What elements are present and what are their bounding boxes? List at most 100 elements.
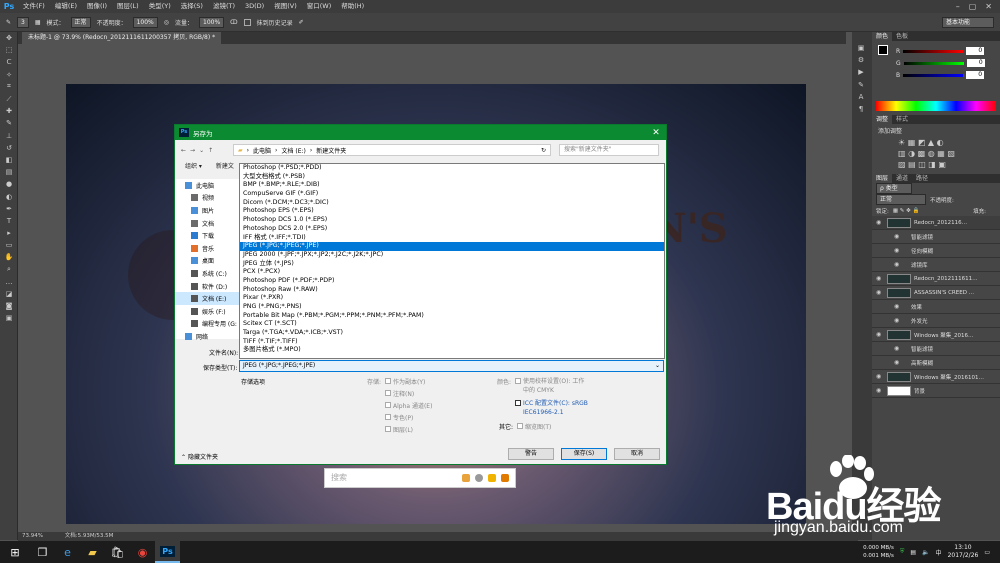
color-swatch-icon[interactable]: ◪ bbox=[0, 288, 18, 300]
filetype-option[interactable]: Photoshop DCS 1.0 (*.EPS) bbox=[240, 216, 664, 225]
layer-row[interactable]: ◉ Redocn_2012116… bbox=[872, 216, 1000, 230]
menu-image[interactable]: 图像(I) bbox=[82, 0, 112, 13]
pressure-icon[interactable]: ◎ bbox=[164, 19, 169, 26]
forward-arrow-icon[interactable]: → bbox=[190, 147, 195, 154]
recent-chevron-icon[interactable]: ⌄ bbox=[199, 147, 204, 154]
visibility-eye-icon[interactable]: ◉ bbox=[894, 359, 902, 366]
chrome-icon[interactable]: ◉ bbox=[130, 541, 155, 563]
filetype-option[interactable]: Photoshop DCS 2.0 (*.EPS) bbox=[240, 225, 664, 234]
foreground-color-swatch[interactable] bbox=[878, 45, 888, 55]
filetype-option[interactable]: 多图片格式 (*.MPO) bbox=[240, 346, 664, 355]
lightning-icon[interactable] bbox=[488, 474, 496, 482]
layer-filter-kind[interactable]: ρ 类型 bbox=[876, 183, 912, 194]
shape-tool-icon[interactable]: ▭ bbox=[0, 239, 18, 251]
stamp-tool-icon[interactable]: ⊥ bbox=[0, 130, 18, 142]
menu-window[interactable]: 窗口(W) bbox=[302, 0, 337, 13]
save-button[interactable]: 保存(S) bbox=[561, 448, 607, 460]
warning-button[interactable]: 警告 bbox=[508, 448, 554, 460]
opacity-input[interactable]: 100% bbox=[132, 16, 158, 28]
filetype-option[interactable]: Photoshop Raw (*.RAW) bbox=[240, 286, 664, 295]
menu-file[interactable]: 文件(F) bbox=[18, 0, 50, 13]
thumbnail-checkbox[interactable] bbox=[517, 423, 523, 429]
lock-icons[interactable]: ▦ ✎ ✥ 🔒 bbox=[893, 208, 920, 214]
visibility-eye-icon[interactable]: ◉ bbox=[894, 317, 902, 324]
organize-button[interactable]: 组织 ▾ bbox=[185, 161, 202, 173]
eraser-icon[interactable]: ✎ bbox=[6, 19, 11, 26]
layer-row[interactable]: ◉ Windows 聚集_2016101… bbox=[872, 370, 1000, 384]
filetype-option[interactable]: Targa (*.TGA;*.VDA;*.ICB;*.VST) bbox=[240, 329, 664, 338]
layer-row[interactable]: ◉ 效果 bbox=[872, 300, 1000, 314]
nav-item[interactable]: 视频 bbox=[175, 192, 241, 205]
folder-search-input[interactable]: 搜索"新建文件夹" bbox=[559, 144, 659, 156]
lasso-tool-icon[interactable]: ᑕ bbox=[0, 56, 18, 68]
brush-panel-icon[interactable]: ▦ bbox=[35, 19, 41, 26]
visibility-eye-icon[interactable]: ◉ bbox=[876, 331, 884, 338]
history-brush-icon[interactable]: ↺ bbox=[0, 142, 18, 154]
dialog-close-icon[interactable]: ✕ bbox=[646, 128, 666, 138]
nav-item[interactable]: 系统 (C:) bbox=[175, 267, 241, 280]
tab-paths[interactable]: 路径 bbox=[912, 174, 932, 183]
airbrush-icon[interactable]: ↀ bbox=[230, 19, 237, 26]
eraser-tool-icon[interactable]: ◧ bbox=[0, 154, 18, 166]
quick-mask-icon[interactable]: ◙ bbox=[0, 300, 18, 312]
new-folder-button[interactable]: 新建文 bbox=[216, 161, 234, 173]
menu-help[interactable]: 帮助(H) bbox=[336, 0, 369, 13]
marquee-tool-icon[interactable]: ⬚ bbox=[0, 44, 18, 56]
visibility-eye-icon[interactable]: ◉ bbox=[876, 373, 884, 380]
back-arrow-icon[interactable]: ← bbox=[181, 147, 186, 154]
visibility-eye-icon[interactable]: ◉ bbox=[876, 275, 884, 282]
heal-tool-icon[interactable]: ✚ bbox=[0, 105, 18, 117]
color-spectrum[interactable] bbox=[876, 101, 996, 111]
menu-edit[interactable]: 编辑(E) bbox=[50, 0, 82, 13]
filetype-option[interactable]: JPEG (*.JPG;*.JPEG;*.JPE) bbox=[240, 242, 664, 251]
close-icon[interactable]: ✕ bbox=[985, 2, 992, 11]
red-slider[interactable] bbox=[903, 49, 964, 53]
menu-filter[interactable]: 滤镜(T) bbox=[208, 0, 240, 13]
search-box[interactable]: 搜索 bbox=[324, 468, 516, 488]
nav-item[interactable]: 此电脑 bbox=[175, 179, 241, 192]
filetype-option[interactable]: Scitex CT (*.SCT) bbox=[240, 320, 664, 329]
menu-view[interactable]: 视图(V) bbox=[269, 0, 302, 13]
menu-3d[interactable]: 3D(D) bbox=[240, 0, 269, 13]
tool-icon[interactable] bbox=[501, 474, 509, 482]
tab-swatches[interactable]: 色板 bbox=[892, 32, 912, 41]
type-tool-icon[interactable]: T bbox=[0, 215, 18, 227]
pressure-size-icon[interactable]: ✐ bbox=[299, 19, 304, 26]
edge-icon[interactable]: e bbox=[55, 541, 80, 563]
blend-mode-select[interactable]: 正常 bbox=[876, 194, 926, 205]
workspace-select[interactable]: 基本功能 bbox=[942, 17, 994, 28]
visibility-eye-icon[interactable]: ◉ bbox=[894, 261, 902, 268]
nav-item[interactable]: 编程专用 (G: bbox=[175, 318, 241, 331]
minimize-icon[interactable]: – bbox=[956, 2, 960, 11]
brush-panel-icon-2[interactable]: ✎ bbox=[852, 79, 870, 91]
tab-adjustments[interactable]: 调整 bbox=[872, 115, 893, 124]
erase-history-checkbox[interactable] bbox=[243, 18, 251, 26]
layer-row[interactable]: ◉ 背景 bbox=[872, 384, 1000, 398]
blur-tool-icon[interactable]: ● bbox=[0, 178, 18, 190]
layer-row[interactable]: ◉ 滤镜库 bbox=[872, 258, 1000, 272]
brush-size[interactable]: 3 bbox=[17, 16, 29, 28]
filetype-option[interactable]: PNG (*.PNG;*.PNS) bbox=[240, 303, 664, 312]
filetype-option[interactable]: Dicom (*.DCM;*.DC3;*.DIC) bbox=[240, 199, 664, 208]
crumb-drive-e[interactable]: 文档 (E:) bbox=[281, 146, 305, 155]
layer-row[interactable]: ◉ Redocn_2012111611… bbox=[872, 272, 1000, 286]
filetype-option[interactable]: JPEG 2000 (*.JPF;*.JPX;*.JP2;*.J2C;*.J2K… bbox=[240, 251, 664, 260]
camera-icon[interactable] bbox=[475, 474, 483, 482]
gradient-tool-icon[interactable]: ▤ bbox=[0, 166, 18, 178]
network-icon[interactable]: ▤ bbox=[910, 549, 916, 556]
crumb-this-pc[interactable]: 此电脑 bbox=[253, 146, 271, 155]
as-copy-checkbox[interactable] bbox=[385, 378, 391, 384]
pen-tool-icon[interactable]: ✒ bbox=[0, 203, 18, 215]
paragraph-panel-icon[interactable]: ¶ bbox=[852, 103, 870, 115]
task-view-icon[interactable]: ❐ bbox=[30, 541, 55, 563]
ime-icon[interactable]: 中 bbox=[936, 548, 942, 557]
flow-input[interactable]: 100% bbox=[199, 16, 225, 28]
red-value[interactable]: 0 bbox=[966, 47, 985, 55]
doc-size[interactable]: 文档:5.93M/53.5M bbox=[65, 533, 114, 539]
tab-styles[interactable]: 样式 bbox=[892, 115, 912, 124]
menu-select[interactable]: 选择(S) bbox=[176, 0, 208, 13]
cancel-button[interactable]: 取消 bbox=[614, 448, 660, 460]
layer-row[interactable]: ◉ 外发光 bbox=[872, 314, 1000, 328]
green-slider[interactable] bbox=[903, 61, 964, 65]
nav-item[interactable]: 网络 bbox=[175, 330, 241, 343]
